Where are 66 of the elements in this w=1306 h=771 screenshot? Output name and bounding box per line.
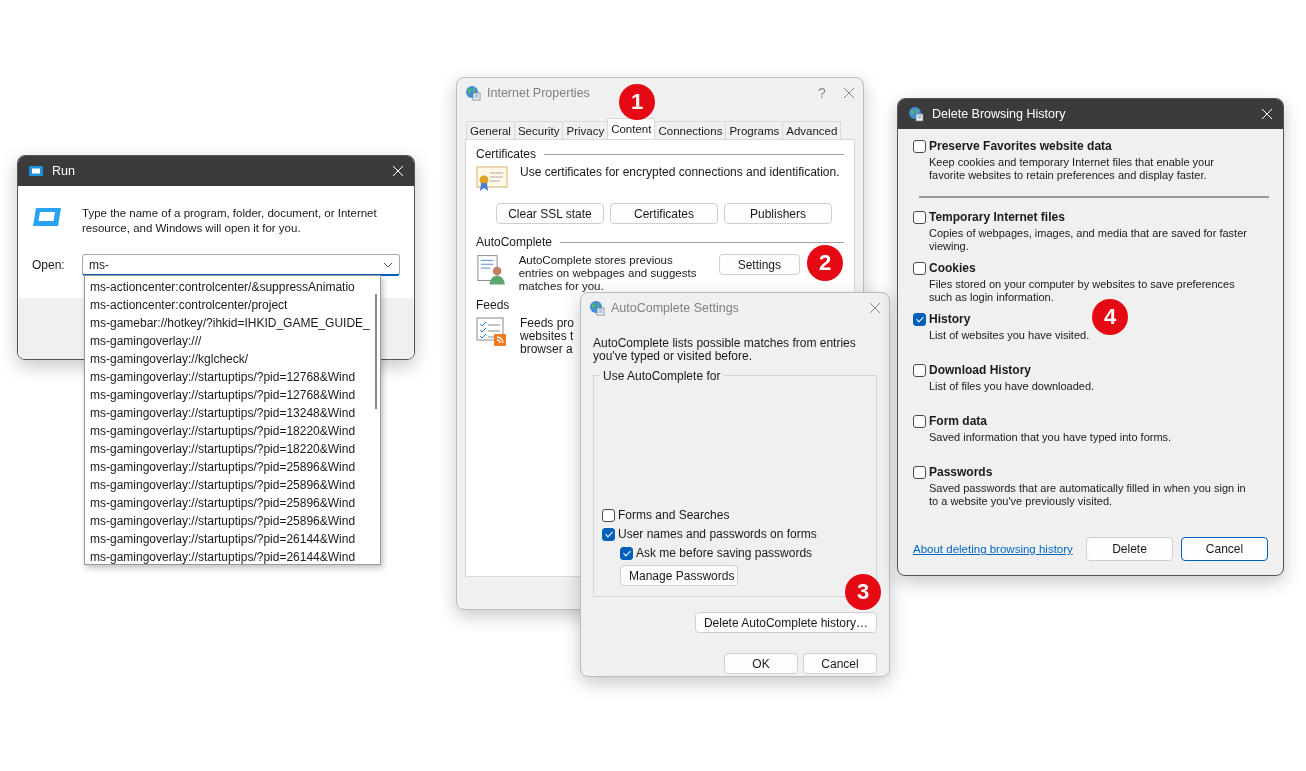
option-label[interactable]: Preserve Favorites website data: [929, 139, 1112, 153]
option-label[interactable]: Ask me before saving passwords: [636, 546, 813, 560]
settings-button[interactable]: Settings: [718, 254, 800, 275]
help-link[interactable]: About deleting browsing history: [913, 543, 1078, 555]
tab[interactable]: Advanced: [782, 121, 842, 139]
suggestion-item[interactable]: ms-gamingoverlay://startuptips/?pid=12768&Wind: [90, 368, 370, 386]
open-label: Open:: [32, 258, 66, 272]
option-label[interactable]: User names and passwords on forms: [618, 527, 817, 541]
suggestion-item[interactable]: ms-gamingoverlay://startuptips/?pid=25896&Wind: [90, 458, 370, 476]
intro-text: AutoComplete lists possible matches from entries you've typed or visited before.: [593, 337, 857, 363]
section-heading: AutoComplete: [476, 235, 553, 249]
certificates-description: Use certificates for encrypted connections and identification.: [520, 166, 840, 179]
dialog-button[interactable]: Cancel: [803, 653, 877, 674]
tab[interactable]: Privacy: [562, 121, 609, 139]
option-description: List of websites you have visited.: [929, 329, 1091, 342]
certificate-button[interactable]: Certificates: [610, 203, 718, 224]
feeds-description-line: browser a: [520, 343, 574, 356]
option-description: List of files you have downloaded.: [929, 380, 1096, 393]
dialog-button[interactable]: OK: [724, 653, 798, 674]
autocomplete-description: AutoComplete stores previous entries on webpages and suggests matches for you.: [518, 254, 698, 293]
feeds-description-line: websites t: [520, 330, 575, 343]
tab[interactable]: Content: [607, 118, 656, 139]
suggestion-item[interactable]: ms-gamingoverlay://startuptips/?pid=13248&Wind: [90, 404, 370, 422]
suggestion-item[interactable]: ms-gamingoverlay://startuptips/?pid=25896&Wind: [90, 494, 370, 512]
suggestion-item[interactable]: ms-gamingoverlay://startuptips/?pid=25896&Wind: [90, 512, 370, 530]
section-heading: Certificates: [476, 147, 537, 161]
prompt-text: Type the name of a program, folder, document, or Internet resource, and Windows will open it for you.: [82, 206, 378, 236]
certificate-button[interactable]: Publishers: [724, 203, 832, 224]
dialog-button[interactable]: Cancel: [1181, 537, 1268, 561]
option-description: Copies of webpages, images, and media that are saved for faster viewing.: [929, 227, 1248, 253]
feeds-description-line: Feeds pro: [520, 317, 575, 330]
tab[interactable]: Programs: [725, 121, 784, 139]
suggestion-item[interactable]: ms-gamingoverlay://startuptips/?pid=18220&Wind: [90, 422, 370, 440]
suggestion-item[interactable]: ms-gamingoverlay:///: [90, 332, 370, 350]
option-label[interactable]: Form data: [929, 414, 987, 428]
tab[interactable]: Security: [513, 121, 564, 139]
delete-history-button[interactable]: Delete AutoComplete history…: [694, 612, 877, 633]
option-label[interactable]: Download History: [929, 363, 1031, 377]
option-description: Saved passwords that are automatically filled in when you sign in to a website you've previously visited.: [929, 482, 1247, 508]
suggestion-item[interactable]: ms-gamingoverlay://startuptips/?pid=26144&Wind: [90, 530, 370, 548]
certificate-button[interactable]: Clear SSL state: [496, 203, 604, 224]
option-label[interactable]: Temporary Internet files: [929, 210, 1065, 224]
suggestion-item[interactable]: ms-gamingoverlay://startuptips/?pid=18220&Wind: [90, 440, 370, 458]
suggestion-item[interactable]: ms-gamebar://hotkey/?ihkid=IHKID_GAME_GUIDE_: [90, 314, 370, 332]
suggestion-item[interactable]: ms-gamingoverlay://startuptips/?pid=26144&Wind: [90, 548, 370, 566]
option-description: Saved information that you have typed into forms.: [929, 431, 1173, 444]
option-label[interactable]: Forms and Searches: [618, 508, 730, 522]
window-title: Internet Properties: [487, 86, 591, 100]
option-label[interactable]: Cookies: [929, 261, 976, 275]
window-title: Run: [52, 164, 76, 178]
option-label[interactable]: History: [929, 312, 971, 326]
window-title: AutoComplete Settings: [611, 301, 740, 315]
section-heading: Feeds: [476, 298, 510, 312]
option-label[interactable]: Passwords: [929, 465, 993, 479]
suggestion-item[interactable]: ms-actioncenter:controlcenter/project: [90, 296, 370, 314]
open-field[interactable]: ms-: [82, 254, 400, 276]
suggestion-item[interactable]: ms-gamingoverlay://kglcheck/: [90, 350, 370, 368]
window-title: Delete Browsing History: [932, 107, 1067, 121]
suggestion-item[interactable]: ms-gamingoverlay://startuptips/?pid=25896&Wind: [90, 476, 370, 494]
suggestion-item[interactable]: ms-actioncenter:controlcenter/&suppressAnimatio: [90, 278, 370, 296]
suggestion-item[interactable]: ms-gamingoverlay://startuptips/?pid=12768&Wind: [90, 386, 370, 404]
dialog-button[interactable]: Delete: [1086, 537, 1173, 561]
option-description: Keep cookies and temporary Internet files that enable your favorite websites to retain preferences and display faster.: [929, 156, 1215, 182]
group-label: Use AutoComplete for: [600, 369, 724, 383]
tab[interactable]: General: [466, 121, 515, 139]
manage-passwords-button[interactable]: Manage Passwords: [620, 565, 738, 586]
